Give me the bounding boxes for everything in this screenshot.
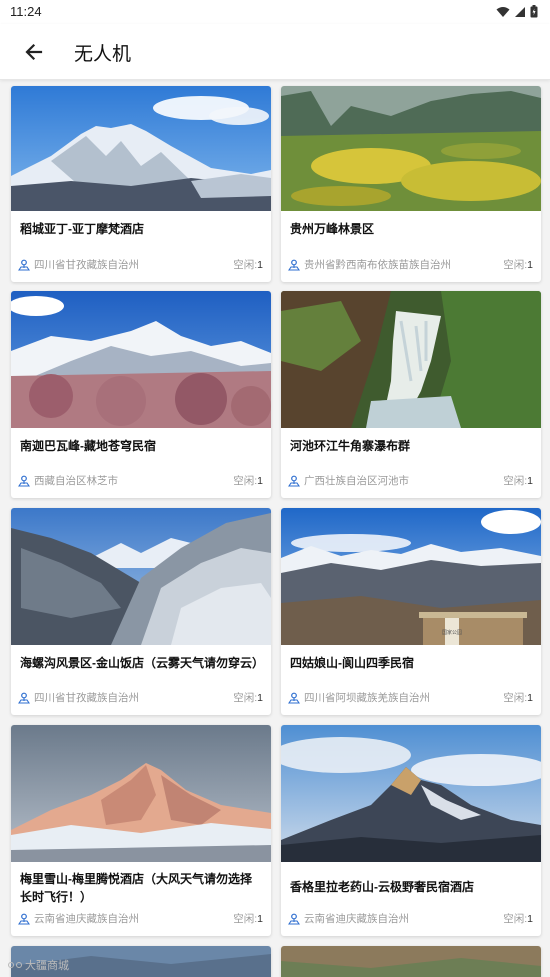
back-button[interactable] <box>20 38 48 66</box>
location-title: 稻城亚丁-亚丁摩梵酒店 <box>20 222 144 236</box>
map-pin-icon <box>288 475 300 487</box>
location-address-text: 四川省甘孜藏族自治州 <box>34 259 139 271</box>
availability-count: 1 <box>257 913 263 925</box>
availability-status: 空闲:1 <box>503 690 533 705</box>
signal-icon <box>515 6 525 17</box>
location-card[interactable]: 海螺沟风景区-金山饭店（云雾天气请勿穿云） 四川省甘孜藏族自治州 空闲:1 <box>11 508 271 715</box>
availability-label: 空闲: <box>233 259 258 271</box>
availability-count: 1 <box>527 913 533 925</box>
location-card[interactable]: 稻城亚丁-亚丁摩梵酒店 四川省甘孜藏族自治州 空闲:1 <box>11 86 271 282</box>
location-title: 香格里拉老药山-云极野奢民宿酒店 <box>290 880 474 894</box>
availability-label: 空闲: <box>233 692 258 704</box>
location-card[interactable]: 梅里雪山-梅里腾悦酒店（大风天气请勿选择长时飞行！） 云南省迪庆藏族自治州 空闲… <box>11 725 271 936</box>
availability-count: 1 <box>527 259 533 271</box>
location-address: 广西壮族自治区河池市 <box>288 473 409 488</box>
app-bar: 无人机 <box>0 24 550 80</box>
location-image <box>281 946 541 977</box>
availability-status: 空闲:1 <box>503 473 533 488</box>
map-pin-icon <box>288 692 300 704</box>
availability-status: 空闲:1 <box>233 911 263 926</box>
status-bar: 11:24 <box>0 0 550 24</box>
wifi-icon <box>496 6 510 17</box>
watermark-text: 大疆商城 <box>25 960 69 972</box>
location-image <box>281 291 541 428</box>
location-image <box>281 86 541 211</box>
location-address: 云南省迪庆藏族自治州 <box>18 911 139 926</box>
location-address-text: 西藏自治区林芝市 <box>34 475 118 487</box>
map-pin-icon <box>18 692 30 704</box>
status-time: 11:24 <box>10 4 42 19</box>
location-address: 四川省阿坝藏族羌族自治州 <box>288 690 430 705</box>
location-card[interactable] <box>281 946 541 977</box>
availability-count: 1 <box>257 259 263 271</box>
map-pin-icon <box>288 913 300 925</box>
location-address: 贵州省黔西南布依族苗族自治州 <box>288 257 451 272</box>
location-address: 四川省甘孜藏族自治州 <box>18 690 139 705</box>
location-title: 南迦巴瓦峰-藏地苍穹民宿 <box>20 439 156 453</box>
availability-status: 空闲:1 <box>233 690 263 705</box>
map-pin-icon <box>288 259 300 271</box>
location-card[interactable]: 国家公园 四姑娘山-阆山四季民宿 四川省阿坝藏族羌族自治州 空闲:1 <box>281 508 541 715</box>
availability-status: 空闲:1 <box>233 257 263 272</box>
location-grid[interactable]: 稻城亚丁-亚丁摩梵酒店 四川省甘孜藏族自治州 空闲:1 贵州万峰林景区 贵州省黔… <box>0 82 550 977</box>
location-address-text: 四川省阿坝藏族羌族自治州 <box>304 692 430 704</box>
status-icons <box>496 5 538 18</box>
location-address-text: 四川省甘孜藏族自治州 <box>34 692 139 704</box>
availability-label: 空闲: <box>503 259 528 271</box>
location-image: 国家公园 <box>281 508 541 645</box>
drone-logo-icon <box>8 962 22 968</box>
location-title: 海螺沟风景区-金山饭店（云雾天气请勿穿云） <box>20 656 264 670</box>
location-title: 贵州万峰林景区 <box>290 222 375 236</box>
location-address: 云南省迪庆藏族自治州 <box>288 911 409 926</box>
availability-label: 空闲: <box>503 475 528 487</box>
location-image <box>281 725 541 862</box>
availability-status: 空闲:1 <box>503 257 533 272</box>
watermark: 大疆商城 <box>8 957 69 973</box>
park-sign-text: 国家公园 <box>442 629 462 636</box>
location-card[interactable]: 贵州万峰林景区 贵州省黔西南布依族苗族自治州 空闲:1 <box>281 86 541 282</box>
page-title: 无人机 <box>74 44 132 65</box>
location-image <box>11 291 271 428</box>
location-card[interactable]: 河池环江牛角寨瀑布群 广西壮族自治区河池市 空闲:1 <box>281 291 541 498</box>
availability-status: 空闲:1 <box>233 473 263 488</box>
location-title: 河池环江牛角寨瀑布群 <box>290 439 411 453</box>
location-address: 四川省甘孜藏族自治州 <box>18 257 139 272</box>
availability-count: 1 <box>527 475 533 487</box>
location-card[interactable]: 南迦巴瓦峰-藏地苍穹民宿 西藏自治区林芝市 空闲:1 <box>11 291 271 498</box>
availability-count: 1 <box>257 475 263 487</box>
availability-label: 空闲: <box>233 475 258 487</box>
availability-status: 空闲:1 <box>503 911 533 926</box>
availability-label: 空闲: <box>503 913 528 925</box>
battery-icon <box>530 5 538 18</box>
availability-label: 空闲: <box>233 913 258 925</box>
map-pin-icon <box>18 913 30 925</box>
map-pin-icon <box>18 475 30 487</box>
location-card[interactable]: 香格里拉老药山-云极野奢民宿酒店 云南省迪庆藏族自治州 空闲:1 <box>281 725 541 936</box>
location-address: 西藏自治区林芝市 <box>18 473 118 488</box>
location-title: 四姑娘山-阆山四季民宿 <box>290 656 414 670</box>
location-image <box>11 86 271 211</box>
location-address-text: 广西壮族自治区河池市 <box>304 475 409 487</box>
availability-count: 1 <box>527 692 533 704</box>
map-pin-icon <box>18 259 30 271</box>
location-address-text: 云南省迪庆藏族自治州 <box>34 913 139 925</box>
arrow-back-icon <box>25 43 43 61</box>
location-address-text: 贵州省黔西南布依族苗族自治州 <box>304 259 451 271</box>
location-image <box>11 508 271 645</box>
availability-count: 1 <box>257 692 263 704</box>
location-image <box>11 725 271 862</box>
location-address-text: 云南省迪庆藏族自治州 <box>304 913 409 925</box>
location-title: 梅里雪山-梅里腾悦酒店（大风天气请勿选择长时飞行！） <box>20 872 252 904</box>
availability-label: 空闲: <box>503 692 528 704</box>
